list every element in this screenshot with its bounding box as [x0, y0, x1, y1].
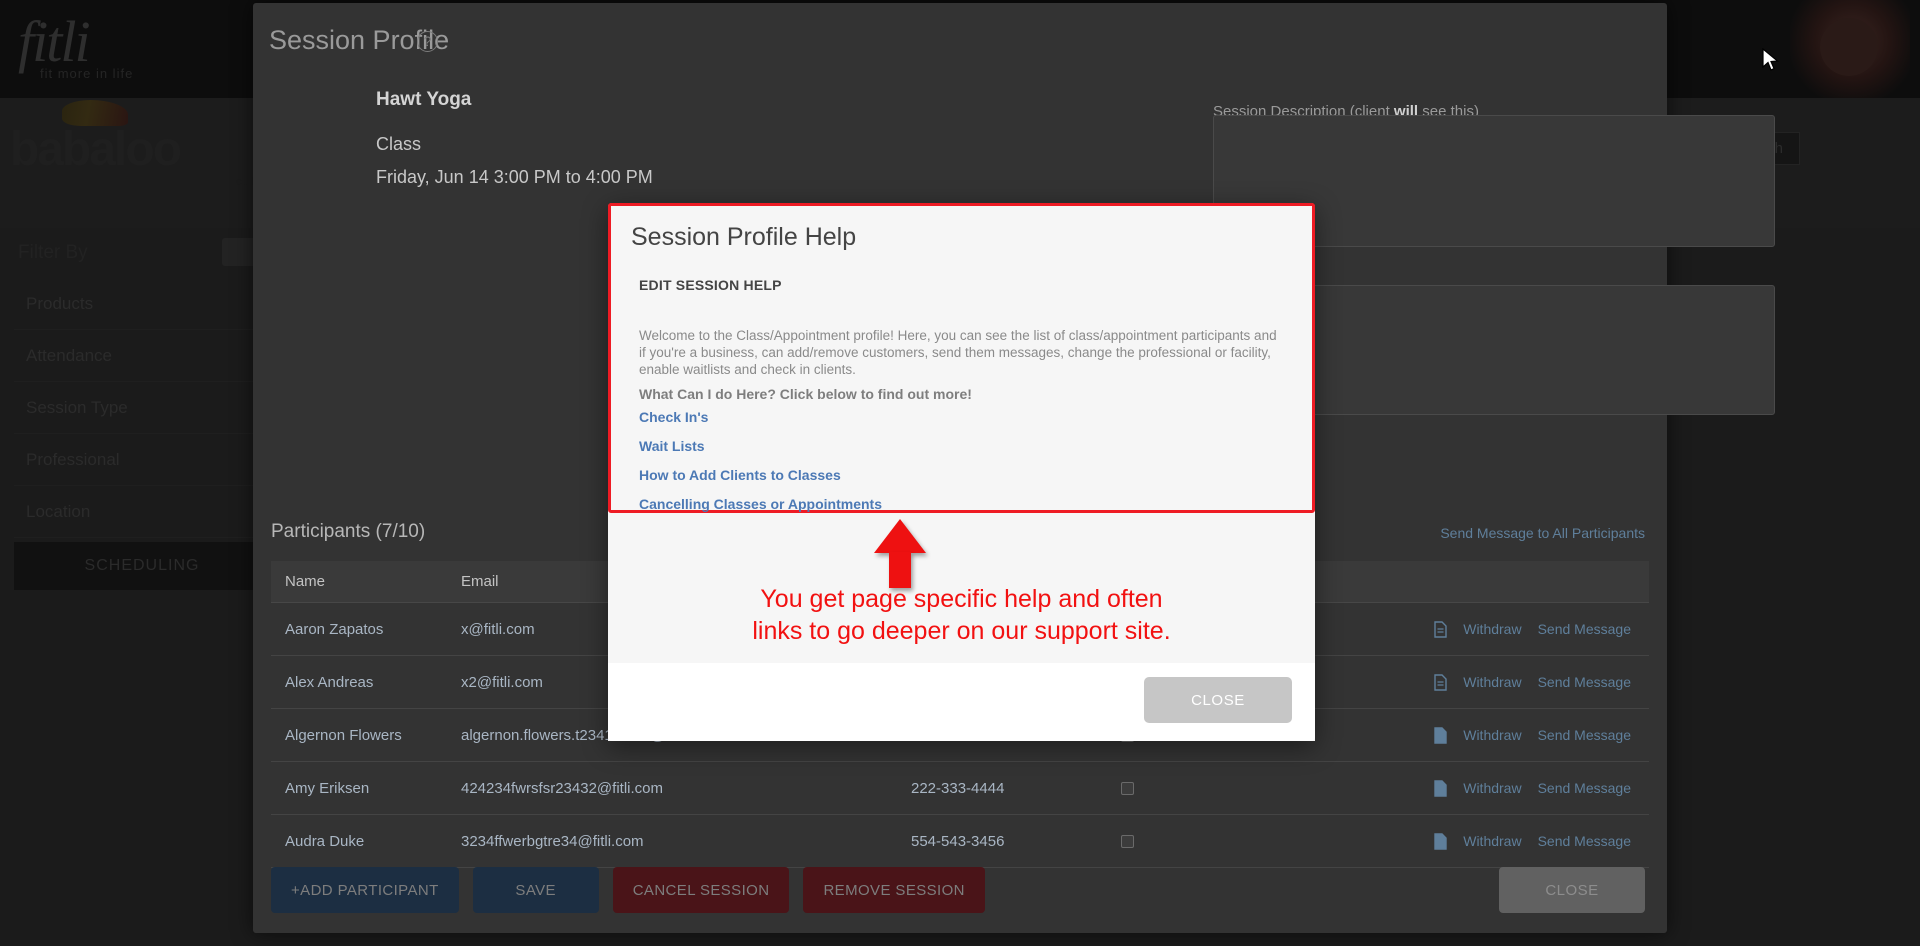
table-row[interactable]: Audra Duke 3234ffwerbgtre34@fitli.com 55…: [271, 815, 1649, 868]
avatar[interactable]: [1790, 0, 1910, 98]
filter-list: Products Attendance Session Type Profess…: [14, 278, 270, 538]
annotation-arrow-head: [874, 519, 926, 553]
withdraw-link[interactable]: Withdraw: [1463, 621, 1521, 637]
checkin-cell: [1121, 834, 1271, 848]
participant-phone: 554-543-3456: [911, 832, 1005, 850]
help-close-button[interactable]: CLOSE: [1144, 677, 1292, 723]
help-link-check-ins[interactable]: Check In's: [639, 409, 882, 425]
filter-item-session-type[interactable]: Session Type: [14, 382, 270, 434]
row-actions: Withdraw Send Message: [1271, 620, 1649, 638]
annotation-text-line2: links to go deeper on our support site.: [752, 617, 1171, 645]
row-actions: Withdraw Send Message: [1271, 779, 1649, 797]
send-message-link[interactable]: Send Message: [1538, 780, 1631, 796]
participant-name: Amy Eriksen: [285, 779, 370, 797]
send-message-link[interactable]: Send Message: [1538, 621, 1631, 637]
logo-swoosh-icon: [62, 100, 128, 126]
session-profile-help-dialog: Session Profile Help EDIT SESSION HELP W…: [608, 203, 1315, 741]
participant-email: 424234fwrsfsr23432@fitli.com: [461, 779, 663, 797]
withdraw-link[interactable]: Withdraw: [1463, 674, 1521, 690]
babaloo-logo-text: babaloo: [10, 123, 182, 176]
mouse-cursor: [1762, 47, 1780, 79]
fitli-logo: fitli: [18, 9, 91, 74]
participants-title: Participants (7/10): [271, 521, 426, 542]
document-icon[interactable]: [1434, 832, 1447, 850]
send-message-all-link[interactable]: Send Message to All Participants: [1440, 525, 1645, 541]
participant-name: Audra Duke: [285, 832, 365, 850]
document-icon[interactable]: [1434, 779, 1447, 797]
withdraw-link[interactable]: Withdraw: [1463, 833, 1521, 849]
filter-item-products[interactable]: Products: [14, 278, 270, 330]
help-link-add-clients[interactable]: How to Add Clients to Classes: [639, 467, 882, 483]
help-section-heading: EDIT SESSION HELP: [639, 277, 782, 293]
help-dialog-footer: CLOSE: [608, 663, 1315, 741]
help-dialog-title: Session Profile Help: [631, 223, 857, 251]
checkin-cell: [1121, 781, 1271, 795]
checkin-checkbox[interactable]: [1121, 834, 1134, 848]
participant-email: 3234ffwerbgtre34@fitli.com: [461, 832, 644, 850]
add-participant-button[interactable]: +ADD PARTICIPANT: [271, 867, 459, 913]
checkin-checkbox[interactable]: [1121, 781, 1134, 795]
filter-item-attendance[interactable]: Attendance: [14, 330, 270, 382]
help-dialog-highlight-region: Session Profile Help EDIT SESSION HELP W…: [608, 203, 1315, 513]
remove-session-button[interactable]: REMOVE SESSION: [803, 867, 985, 913]
modal-action-bar: +ADD PARTICIPANT SAVE CANCEL SESSION REM…: [271, 867, 985, 913]
withdraw-link[interactable]: Withdraw: [1463, 780, 1521, 796]
class-name: Hawt Yoga: [376, 89, 472, 110]
row-actions: Withdraw Send Message: [1271, 726, 1649, 744]
cancel-session-button[interactable]: CANCEL SESSION: [612, 867, 790, 913]
withdraw-link[interactable]: Withdraw: [1463, 727, 1521, 743]
participant-name: Aaron Zapatos: [285, 620, 384, 638]
document-icon[interactable]: [1434, 620, 1447, 638]
filter-item-location[interactable]: Location: [14, 486, 270, 538]
babaloo-logo: babaloo: [10, 100, 182, 177]
participant-phone: 222-333-4444: [911, 779, 1005, 797]
help-icon[interactable]: ?: [417, 31, 438, 52]
fitli-tagline: fit more in life: [40, 66, 134, 81]
row-actions: Withdraw Send Message: [1271, 673, 1649, 691]
send-message-link[interactable]: Send Message: [1538, 833, 1631, 849]
help-body-text: Welcome to the Class/Appointment profile…: [639, 328, 1277, 377]
help-question-text: What Can I do Here? Click below to find …: [639, 386, 972, 402]
annotation-text: You get page specific help and often lin…: [608, 583, 1315, 647]
class-time: Friday, Jun 14 3:00 PM to 4:00 PM: [376, 167, 653, 187]
help-links-list: Check In's Wait Lists How to Add Clients…: [639, 409, 882, 525]
participant-name: Alex Andreas: [285, 673, 374, 691]
class-type: Class: [376, 134, 422, 154]
help-link-cancelling[interactable]: Cancelling Classes or Appointments: [639, 496, 882, 512]
participant-name: Algernon Flowers: [285, 726, 402, 744]
close-modal-button[interactable]: CLOSE: [1499, 867, 1645, 913]
table-row[interactable]: Amy Eriksen 424234fwrsfsr23432@fitli.com…: [271, 762, 1649, 815]
annotation-text-line1: You get page specific help and often: [760, 585, 1163, 613]
document-icon[interactable]: [1434, 726, 1447, 744]
send-message-link[interactable]: Send Message: [1538, 674, 1631, 690]
scheduling-button[interactable]: SCHEDULING: [14, 542, 270, 590]
row-actions: Withdraw Send Message: [1271, 832, 1649, 850]
document-icon[interactable]: [1434, 673, 1447, 691]
filter-by-label: Filter By: [18, 242, 88, 263]
send-message-link[interactable]: Send Message: [1538, 727, 1631, 743]
help-link-wait-lists[interactable]: Wait Lists: [639, 438, 882, 454]
avatar-face: [1820, 18, 1878, 76]
save-button[interactable]: SAVE: [472, 867, 599, 913]
filter-item-professional[interactable]: Professional: [14, 434, 270, 486]
column-header-name: Name: [285, 573, 326, 590]
